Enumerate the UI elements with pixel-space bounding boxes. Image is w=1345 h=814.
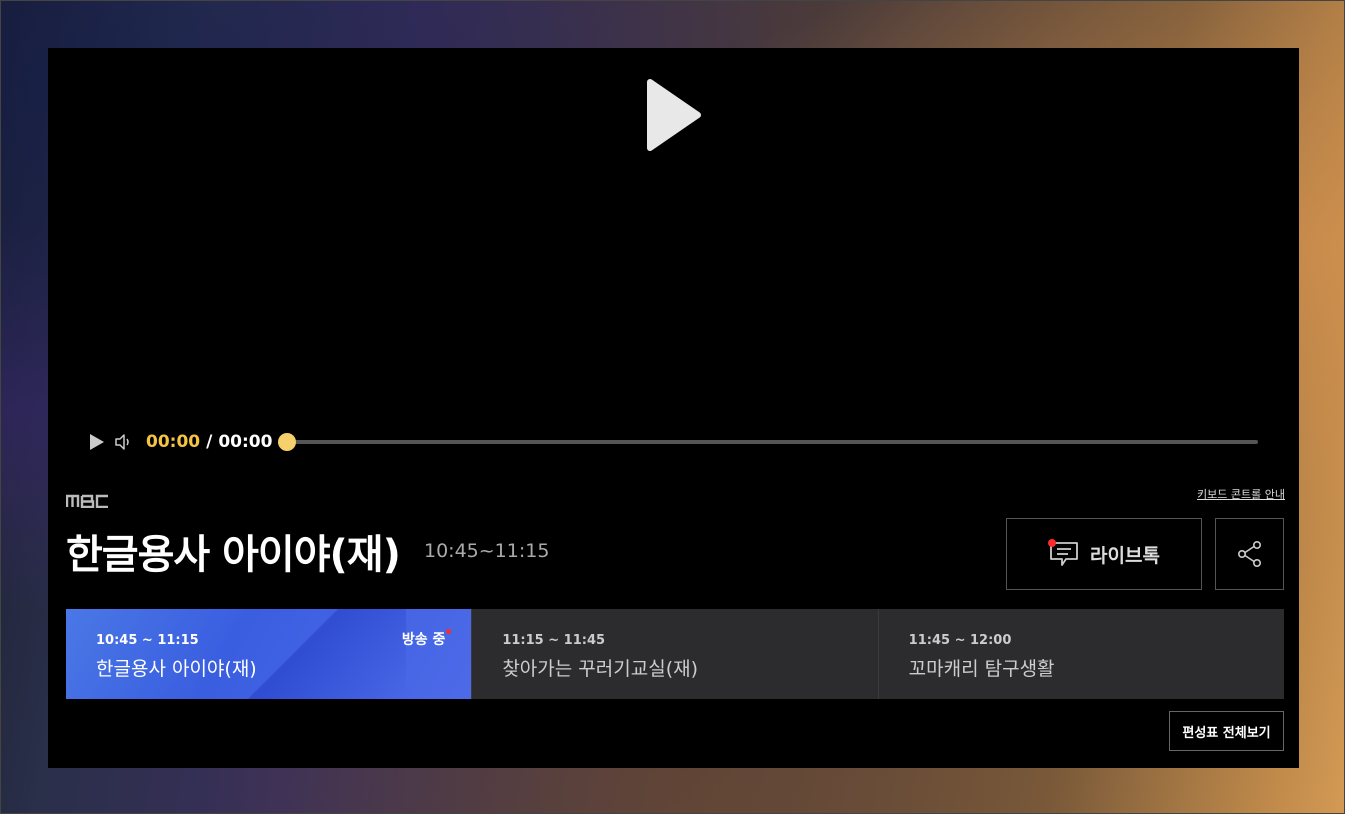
big-play-icon[interactable] [646, 78, 702, 152]
schedule-item[interactable]: 11:45 ~ 12:00 꼬마캐리 탐구생활 [878, 609, 1284, 699]
mbc-logo [66, 494, 108, 508]
current-time: 00:00 [146, 432, 201, 452]
volume-icon[interactable] [114, 433, 134, 451]
time-separator: / [206, 432, 213, 452]
onair-dot [446, 629, 452, 634]
live-player: 00:00 / 00:00 키보드 콘트롤 안내 한글용사 아이야(재) 10:… [48, 48, 1299, 768]
onair-badge: 방송 중 [401, 632, 446, 648]
chat-icon [1048, 539, 1078, 566]
schedule-name: 꼬마캐리 탐구생활 [908, 658, 1055, 680]
progress-handle[interactable] [278, 433, 297, 451]
progress-bar[interactable] [278, 433, 1258, 451]
total-time: 00:00 [218, 432, 273, 452]
schedule-time: 11:15 ~ 11:45 [502, 633, 606, 648]
play-button-icon[interactable] [88, 433, 106, 451]
schedule-name: 한글용사 아이야(재) [96, 658, 257, 680]
livetalk-button[interactable]: 라이브톡 [1006, 518, 1202, 590]
schedule-strip: 10:45 ~ 11:15 한글용사 아이야(재) 방송 중 11:15 ~ 1… [66, 609, 1284, 699]
video-area[interactable] [48, 48, 1299, 468]
schedule-name: 찾아가는 꾸러기교실(재) [502, 658, 698, 680]
schedule-time: 11:45 ~ 12:00 [908, 633, 1012, 648]
program-title: 한글용사 아이야(재) [66, 532, 401, 578]
program-time: 10:45~11:15 [424, 540, 550, 562]
schedule-time: 10:45 ~ 11:15 [96, 633, 199, 648]
share-icon [1237, 540, 1261, 567]
full-schedule-button[interactable]: 편성표 전체보기 [1169, 711, 1284, 751]
player-controls: 00:00 / 00:00 [88, 428, 1258, 456]
schedule-item[interactable]: 10:45 ~ 11:15 한글용사 아이야(재) 방송 중 [66, 609, 473, 699]
schedule-item[interactable]: 11:15 ~ 11:45 찾아가는 꾸러기교실(재) [472, 609, 879, 699]
livetalk-label: 라이브톡 [1090, 544, 1160, 567]
keyboard-guide-link[interactable]: 키보드 콘트롤 안내 [1197, 486, 1285, 502]
share-button[interactable] [1215, 518, 1284, 590]
